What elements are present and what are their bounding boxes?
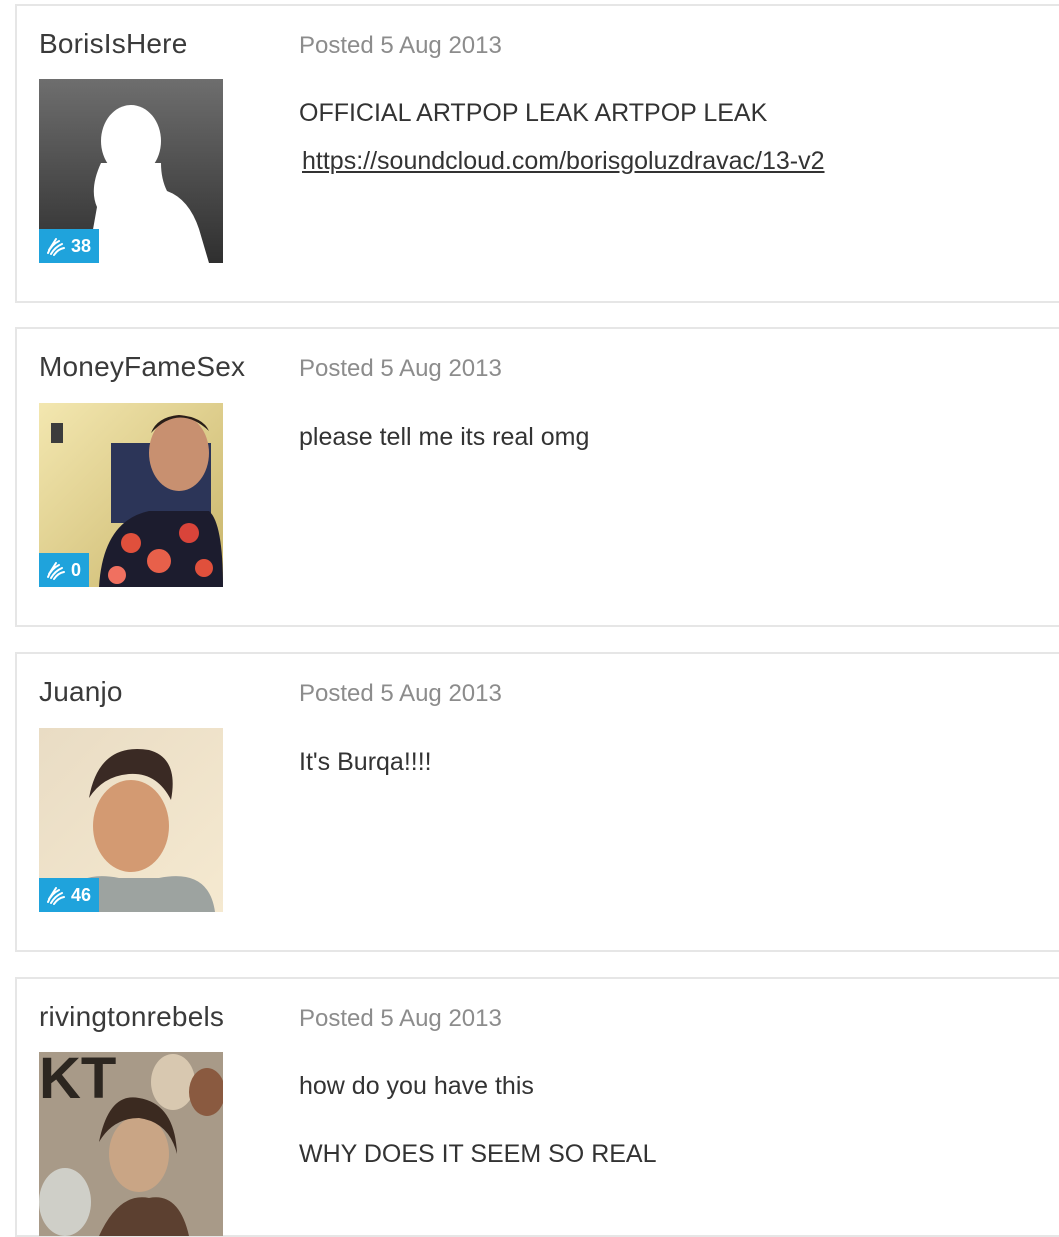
avatar[interactable]: KT <box>39 1052 223 1236</box>
post-text: WHY DOES IT SEEM SO REAL <box>299 1140 657 1168</box>
post-text: how do you have this <box>299 1072 534 1100</box>
post-text: OFFICIAL ARTPOP LEAK ARTPOP LEAK <box>299 99 768 127</box>
post-date: Posted 5 Aug 2013 <box>299 1005 502 1032</box>
reputation-count: 46 <box>71 884 92 905</box>
post-text: please tell me its real omg <box>299 423 590 451</box>
paw-icon <box>47 562 65 580</box>
paw-icon <box>47 238 65 256</box>
reputation-badge: 38 <box>39 229 100 263</box>
post-username[interactable]: MoneyFameSex <box>39 351 245 383</box>
avatar[interactable]: 38 <box>39 79 223 263</box>
reputation-badge: 46 <box>39 878 100 912</box>
post-date: Posted 5 Aug 2013 <box>299 680 502 707</box>
avatar[interactable]: 46 <box>39 728 223 912</box>
album-collage-photo-icon: KT <box>39 1052 223 1236</box>
post-link[interactable]: https://soundcloud.com/borisgoluzdravac/… <box>302 147 825 176</box>
post-username[interactable]: Juanjo <box>39 676 123 708</box>
reputation-count: 38 <box>71 235 92 256</box>
reputation-badge: 0 <box>39 553 90 587</box>
svg-text:KT: KT <box>39 1052 116 1111</box>
post-date: Posted 5 Aug 2013 <box>299 32 502 59</box>
avatar[interactable]: 0 <box>39 403 223 587</box>
paw-icon <box>47 887 65 905</box>
post-username[interactable]: rivingtonrebels <box>39 1001 224 1033</box>
forum-post: MoneyFameSex Posted 5 Aug 2013 0 please … <box>15 327 1059 627</box>
post-date: Posted 5 Aug 2013 <box>299 355 502 382</box>
forum-post: Juanjo Posted 5 Aug 2013 46 It's Burqa!!… <box>15 652 1059 952</box>
post-username[interactable]: BorisIsHere <box>39 28 187 60</box>
forum-post: rivingtonrebels Posted 5 Aug 2013 KT how… <box>15 977 1059 1237</box>
forum-post: BorisIsHere Posted 5 Aug 2013 38 OFFICIA… <box>15 4 1059 303</box>
post-text: It's Burqa!!!! <box>299 748 432 776</box>
reputation-count: 0 <box>71 559 82 580</box>
